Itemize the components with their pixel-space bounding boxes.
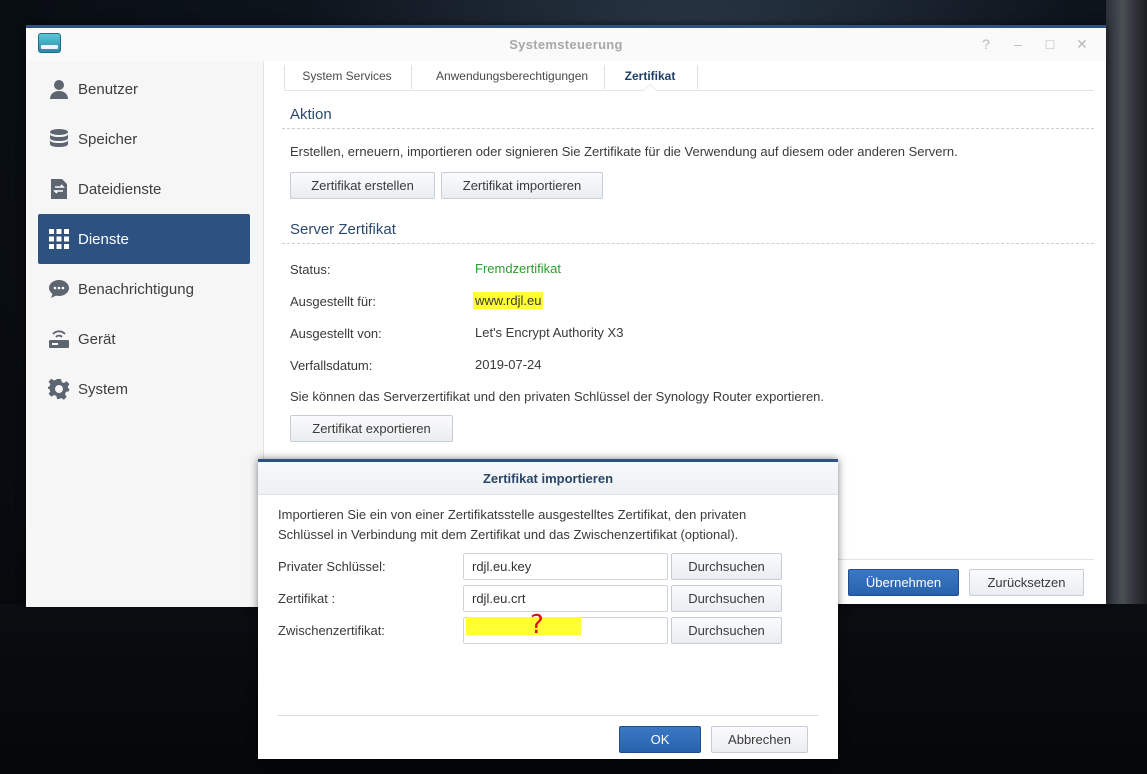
issued-by-label: Ausgestellt von: — [290, 326, 382, 341]
tab-divider — [697, 65, 698, 89]
dialog-description-line2: Schlüssel in Verbindung mit dem Zertifik… — [278, 527, 739, 542]
tab-system-services[interactable]: System Services — [292, 61, 402, 91]
sidebar-item-label: Dienste — [78, 230, 129, 248]
dialog-description-line1: Importieren Sie ein von einer Zertifikat… — [278, 507, 747, 522]
certificate-label: Zertifikat : — [278, 591, 336, 606]
sidebar-item-benachrichtigung[interactable]: Benachrichtigung — [38, 264, 250, 314]
user-icon — [46, 76, 72, 102]
tab-divider — [284, 65, 285, 89]
ok-button[interactable]: OK — [619, 726, 701, 753]
file-transfer-icon — [46, 176, 72, 202]
tab-anwendungsberechtigungen[interactable]: Anwendungsberechtigungen — [419, 61, 605, 91]
minimize-icon[interactable]: – — [1009, 36, 1027, 52]
status-label: Status: — [290, 262, 331, 277]
sidebar-item-label: Gerät — [78, 330, 116, 348]
section-title-aktion: Aktion — [290, 106, 332, 123]
sidebar: Benutzer Speicher Dateidienste Dienste B… — [26, 61, 264, 607]
sidebar-item-speicher[interactable]: Speicher — [38, 114, 250, 164]
router-icon — [46, 326, 72, 352]
tab-divider — [411, 65, 412, 89]
dialog-footer-divider — [278, 715, 818, 716]
close-icon[interactable]: ✕ — [1073, 36, 1091, 52]
issued-to-label: Ausgestellt für: — [290, 294, 376, 309]
highlight-marker — [466, 617, 581, 635]
cancel-button[interactable]: Abbrechen — [711, 726, 808, 753]
help-icon[interactable]: ? — [977, 36, 995, 52]
sidebar-item-label: Dateidienste — [78, 180, 162, 198]
gear-icon — [46, 376, 72, 402]
section-title-server-zertifikat: Server Zertifikat — [290, 221, 396, 238]
reset-button[interactable]: Zurücksetzen — [969, 569, 1084, 596]
create-certificate-button[interactable]: Zertifikat erstellen — [290, 172, 435, 199]
sidebar-item-label: Benutzer — [78, 80, 139, 98]
import-certificate-dialog: Zertifikat importieren Importieren Sie e… — [258, 459, 838, 759]
browse-private-key-button[interactable]: Durchsuchen — [671, 553, 782, 580]
intermediate-label: Zwischenzertifikat: — [278, 623, 385, 638]
active-tab-indicator — [643, 84, 657, 91]
sidebar-item-label: Speicher — [78, 130, 138, 148]
grid-icon — [46, 226, 72, 252]
sidebar-item-dateidienste[interactable]: Dateidienste — [38, 164, 250, 214]
apply-button[interactable]: Übernehmen — [848, 569, 959, 596]
export-certificate-button[interactable]: Zertifikat exportieren — [290, 415, 453, 442]
window-titlebar[interactable]: Systemsteuerung ? – □ ✕ — [26, 28, 1106, 61]
sidebar-item-label: System — [78, 380, 129, 398]
database-icon — [46, 126, 72, 152]
section-divider — [282, 128, 1094, 129]
export-note: Sie können das Serverzertifikat und den … — [290, 389, 825, 404]
issued-to-value: www.rdjl.eu — [473, 292, 544, 309]
maximize-icon[interactable]: □ — [1041, 36, 1059, 52]
tab-bar: System Services Anwendungsberechtigungen… — [284, 61, 1094, 91]
aktion-description: Erstellen, erneuern, importieren oder si… — [290, 144, 958, 159]
private-key-field[interactable]: rdjl.eu.key — [463, 553, 668, 580]
certificate-field[interactable]: rdjl.eu.crt — [463, 585, 668, 612]
tab-divider — [604, 65, 605, 89]
status-value: Fremdzertifikat — [475, 261, 561, 276]
expiry-label: Verfallsdatum: — [290, 358, 373, 373]
chat-bubble-icon — [46, 276, 72, 302]
annotation-question-mark: ? — [530, 610, 544, 640]
import-certificate-button[interactable]: Zertifikat importieren — [441, 172, 603, 199]
issued-by-value: Let's Encrypt Authority X3 — [475, 325, 624, 340]
window-title: Systemsteuerung — [509, 37, 623, 52]
private-key-label: Privater Schlüssel: — [278, 559, 386, 574]
sidebar-item-dienste[interactable]: Dienste — [38, 214, 250, 264]
section-divider — [282, 243, 1094, 244]
sidebar-item-geraet[interactable]: Gerät — [38, 314, 250, 364]
expiry-value: 2019-07-24 — [475, 357, 542, 372]
browse-intermediate-button[interactable]: Durchsuchen — [671, 617, 782, 644]
sidebar-item-label: Benachrichtigung — [78, 280, 194, 298]
browse-certificate-button[interactable]: Durchsuchen — [671, 585, 782, 612]
dialog-title: Zertifikat importieren — [482, 471, 614, 486]
sidebar-item-benutzer[interactable]: Benutzer — [38, 64, 250, 114]
sidebar-item-system[interactable]: System — [38, 364, 250, 414]
